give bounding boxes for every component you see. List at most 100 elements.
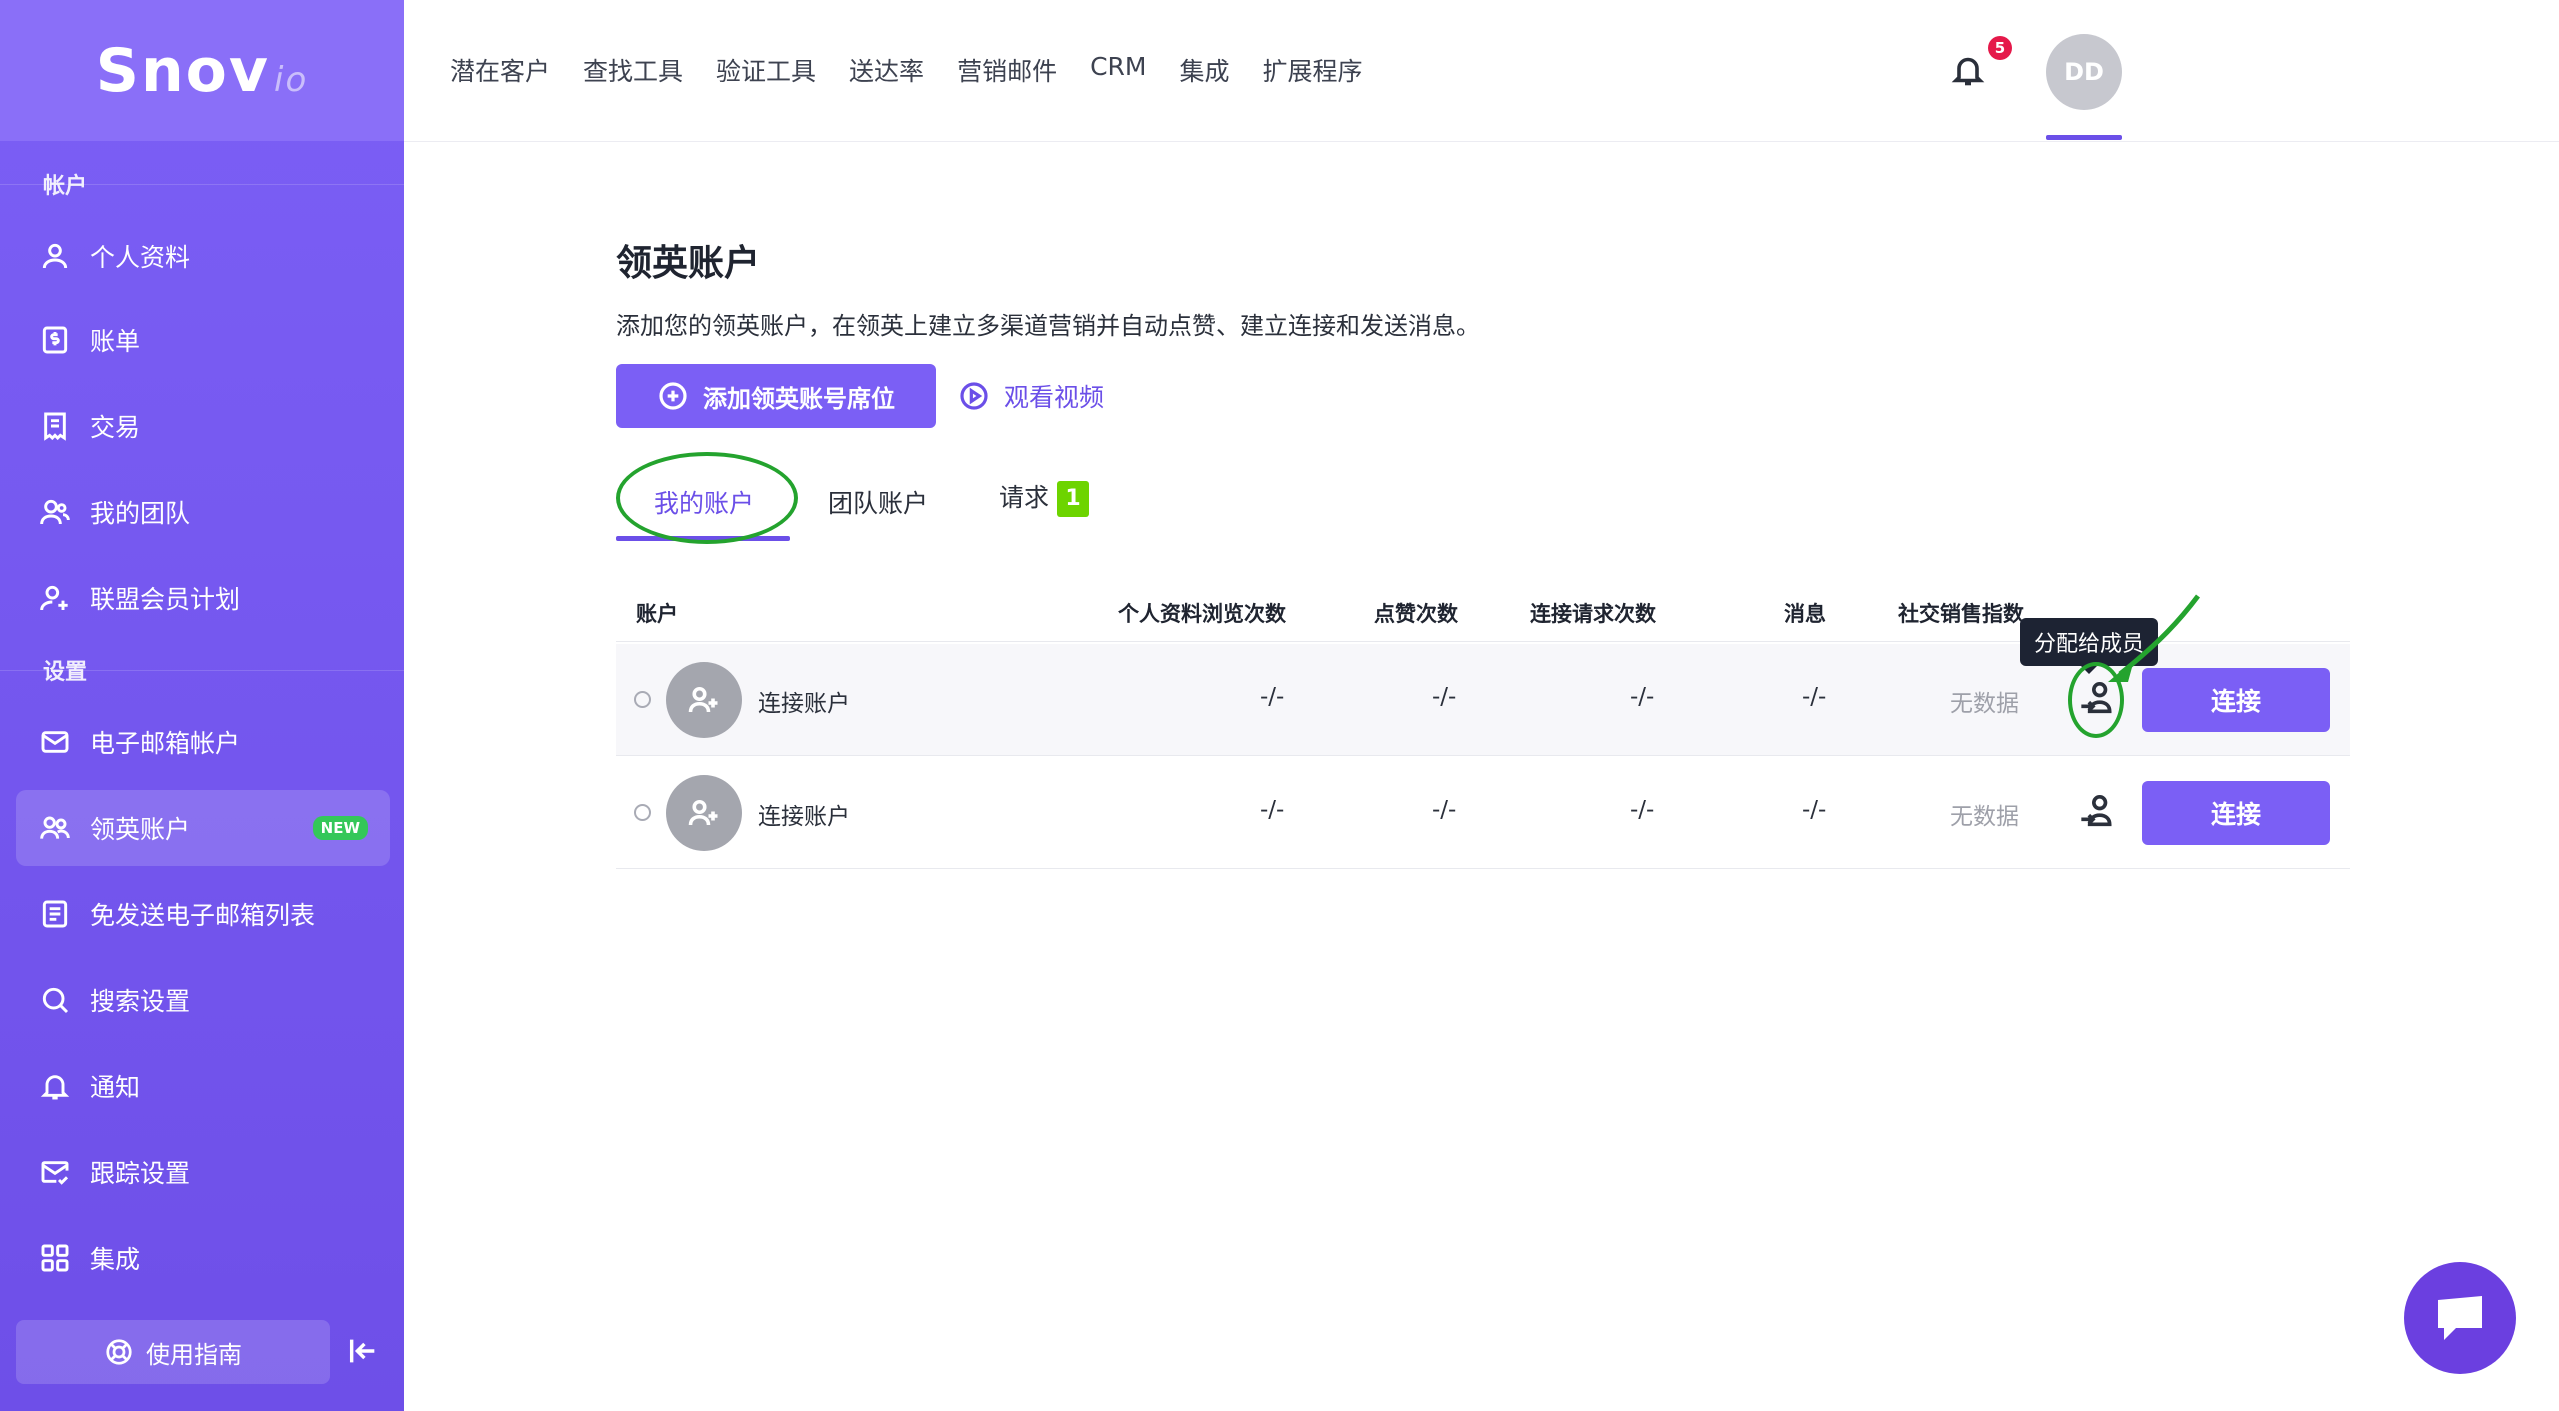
watch-video-label: 观看视频 [1004, 383, 1105, 412]
add-linkedin-seat-button[interactable]: 添加领英账号席位 [616, 364, 936, 428]
collapse-left-icon [349, 1339, 375, 1363]
page-description: 添加您的领英账户，在领英上建立多渠道营销并自动点赞、建立连接和发送消息。 [616, 312, 1480, 340]
user-guide-label: 使用指南 [146, 1340, 242, 1369]
tab-team-accounts[interactable]: 团队账户 [828, 484, 928, 520]
list-doc-icon [38, 897, 72, 931]
team-icon [38, 495, 72, 529]
topnav-item-prospects[interactable]: 潜在客户 [450, 52, 550, 88]
user-avatar[interactable]: DD [2046, 34, 2122, 110]
search-icon [38, 983, 72, 1017]
profile-views-value: -/- [1260, 684, 1285, 710]
top-nav: 潜在客户 查找工具 验证工具 送达率 营销邮件 CRM 集成 扩展程序 [450, 52, 1363, 88]
annotation-ellipse [616, 452, 798, 544]
sidebar: Snov io 帐户 个人资料 账单 交易 我的团队 联盟会员计划 设置 电子邮箱… [0, 0, 404, 1411]
assign-user-icon [2081, 795, 2112, 827]
sidebar-item-label: 集成 [90, 1245, 141, 1274]
topnav-item-verify-tools[interactable]: 验证工具 [716, 52, 816, 88]
people-plus-icon [688, 799, 718, 826]
annotation-arrow [2108, 594, 2200, 682]
account-name: 连接账户 [758, 691, 850, 717]
assign-member-button[interactable] [2078, 791, 2122, 835]
column-header-profile-views: 个人资料浏览次数 [1118, 602, 1286, 626]
notification-count-badge: 5 [1988, 36, 2012, 60]
sidebar-item-label: 联盟会员计划 [90, 585, 241, 614]
account-name: 连接账户 [758, 804, 850, 830]
sidebar-item-label: 我的团队 [90, 499, 191, 528]
sidebar-item-do-not-email-list[interactable]: 免发送电子邮箱列表 [16, 876, 390, 952]
messages-value: -/- [1802, 797, 1827, 823]
row-radio[interactable] [634, 804, 651, 821]
sidebar-item-label: 电子邮箱帐户 [90, 729, 241, 758]
top-bar: 潜在客户 查找工具 验证工具 送达率 营销邮件 CRM 集成 扩展程序 5 DD [404, 0, 2559, 142]
account-avatar [666, 662, 742, 738]
topnav-item-deliverability[interactable]: 送达率 [849, 52, 924, 88]
account-avatar [666, 775, 742, 851]
column-header-connection-requests: 连接请求次数 [1530, 602, 1656, 626]
row-radio[interactable] [634, 691, 651, 708]
messages-value: -/- [1802, 684, 1827, 710]
people-plus-icon [688, 686, 718, 713]
logo[interactable]: Snov io [0, 0, 404, 141]
sidebar-item-linkedin-accounts[interactable]: 领英账户 NEW [16, 790, 390, 866]
sidebar-item-integrations[interactable]: 集成 [16, 1220, 390, 1296]
topnav-item-integrations[interactable]: 集成 [1179, 52, 1229, 88]
divider [0, 670, 404, 671]
avatar-active-indicator [2046, 135, 2122, 140]
sidebar-item-email-accounts[interactable]: 电子邮箱帐户 [16, 704, 390, 780]
user-plus-icon [38, 581, 72, 615]
add-linkedin-seat-label: 添加领英账号席位 [703, 384, 895, 413]
topnav-item-extensions[interactable]: 扩展程序 [1263, 52, 1363, 88]
watch-video-link[interactable]: 观看视频 [958, 378, 1104, 414]
sidebar-item-transactions[interactable]: 交易 [16, 388, 390, 464]
topnav-item-find-tools[interactable]: 查找工具 [583, 52, 683, 88]
sidebar-item-label: 搜索设置 [90, 987, 191, 1016]
connect-button[interactable]: 连接 [2142, 781, 2330, 845]
topnav-item-crm[interactable]: CRM [1090, 52, 1146, 88]
new-badge: NEW [312, 816, 368, 840]
sidebar-item-affiliate[interactable]: 联盟会员计划 [16, 560, 390, 636]
requests-count-badge: 1 [1057, 481, 1090, 517]
chat-button[interactable] [2404, 1262, 2516, 1374]
sidebar-item-tracking-settings[interactable]: 跟踪设置 [16, 1134, 390, 1210]
bell-icon [1951, 57, 1985, 86]
profile-views-value: -/- [1260, 797, 1285, 823]
mail-icon [38, 725, 72, 759]
sidebar-item-label: 个人资料 [90, 243, 191, 272]
user-icon [38, 239, 72, 273]
grid-icon [38, 1241, 72, 1275]
chat-bubble-icon [2438, 1296, 2482, 1340]
ssi-value: 无数据 [1950, 691, 2019, 717]
notifications-button[interactable] [1950, 50, 1990, 94]
sidebar-item-label: 交易 [90, 413, 141, 442]
sidebar-item-label: 跟踪设置 [90, 1159, 191, 1188]
column-header-account: 账户 [636, 602, 678, 626]
sidebar-item-billing[interactable]: 账单 [16, 302, 390, 378]
sidebar-item-label: 免发送电子邮箱列表 [90, 901, 316, 930]
sidebar-item-profile[interactable]: 个人资料 [16, 218, 390, 294]
sidebar-item-team[interactable]: 我的团队 [16, 474, 390, 550]
table-row[interactable]: 连接账户 -/- -/- -/- -/- 无数据 连接 [616, 757, 2350, 869]
receipt-icon [38, 409, 72, 443]
connection-requests-value: -/- [1630, 684, 1655, 710]
sidebar-item-notifications[interactable]: 通知 [16, 1048, 390, 1124]
likes-value: -/- [1432, 797, 1457, 823]
divider [0, 184, 404, 185]
column-header-ssi: 社交销售指数 [1898, 602, 2024, 626]
ssi-value: 无数据 [1950, 804, 2019, 830]
sidebar-item-label: 通知 [90, 1073, 141, 1102]
tab-requests-label: 请求 [999, 483, 1050, 512]
people-icon [38, 811, 72, 845]
lifebuoy-icon [106, 1339, 132, 1365]
likes-value: -/- [1432, 684, 1457, 710]
column-header-likes: 点赞次数 [1374, 602, 1458, 626]
topnav-item-campaigns[interactable]: 营销邮件 [957, 52, 1057, 88]
sidebar-item-label: 账单 [90, 327, 141, 356]
page-title: 领英账户 [616, 243, 761, 284]
connection-requests-value: -/- [1630, 797, 1655, 823]
tab-requests[interactable]: 请求 1 [999, 478, 1090, 517]
user-guide-button[interactable]: 使用指南 [16, 1320, 330, 1384]
play-circle-icon [960, 382, 988, 410]
column-header-messages: 消息 [1784, 602, 1826, 626]
sidebar-item-search-settings[interactable]: 搜索设置 [16, 962, 390, 1038]
collapse-sidebar-button[interactable] [346, 1334, 382, 1370]
